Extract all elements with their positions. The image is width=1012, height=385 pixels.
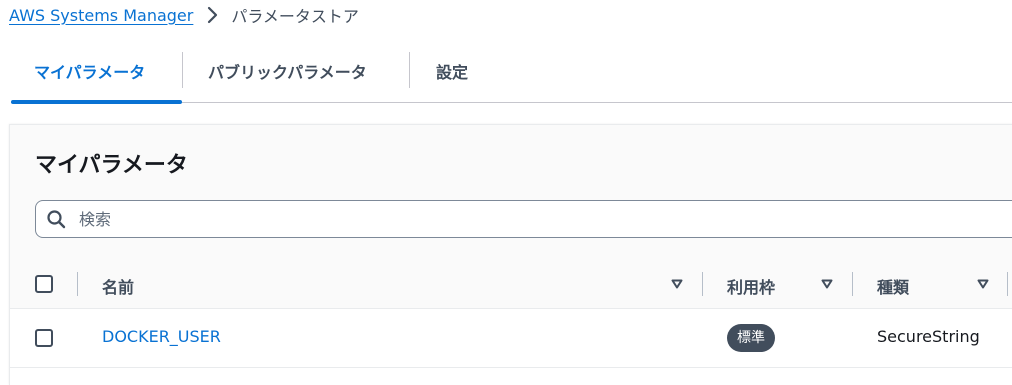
select-all-checkbox[interactable] bbox=[35, 275, 53, 293]
column-divider bbox=[702, 272, 703, 296]
caret-down-icon[interactable] bbox=[671, 279, 683, 289]
breadcrumb: AWS Systems Manager パラメータストア bbox=[9, 4, 359, 27]
caret-down-icon[interactable] bbox=[821, 279, 833, 289]
search-input[interactable] bbox=[77, 208, 981, 230]
column-divider bbox=[1007, 272, 1008, 296]
active-tab-indicator bbox=[11, 100, 182, 104]
breadcrumb-link-systems-manager[interactable]: AWS Systems Manager bbox=[9, 6, 193, 25]
parameter-name-link[interactable]: DOCKER_USER bbox=[102, 327, 221, 346]
tab-settings[interactable]: 設定 bbox=[436, 38, 468, 104]
parameters-container: マイパラメータ 名前 利用枠 種類 DOCKER_USER bbox=[9, 124, 1012, 385]
tab-label: パブリックパラメータ bbox=[208, 63, 367, 82]
container-title: マイパラメータ bbox=[35, 153, 188, 178]
tab-public-parameters[interactable]: パブリックパラメータ bbox=[208, 38, 367, 104]
column-divider bbox=[77, 272, 78, 296]
chevron-right-icon bbox=[208, 6, 218, 24]
search-box[interactable] bbox=[35, 200, 1012, 238]
tab-divider bbox=[182, 52, 183, 88]
tab-my-parameters[interactable]: マイパラメータ bbox=[34, 38, 145, 104]
tab-label: マイパラメータ bbox=[34, 63, 146, 82]
caret-down-icon[interactable] bbox=[977, 279, 989, 289]
column-header-name[interactable]: 名前 bbox=[102, 274, 134, 298]
column-divider bbox=[852, 272, 853, 296]
search-icon bbox=[47, 210, 66, 229]
tab-label: 設定 bbox=[436, 63, 469, 82]
tier-badge: 標準 bbox=[727, 324, 775, 352]
table-header: 名前 利用枠 種類 bbox=[10, 260, 1012, 309]
breadcrumb-current: パラメータストア bbox=[231, 7, 359, 26]
parameter-type: SecureString bbox=[877, 327, 980, 346]
tab-divider bbox=[409, 52, 410, 88]
tab-bar: マイパラメータ パブリックパラメータ 設定 bbox=[0, 38, 1012, 104]
column-header-tier[interactable]: 利用枠 bbox=[727, 274, 775, 298]
row-checkbox[interactable] bbox=[35, 329, 53, 347]
container-header: マイパラメータ bbox=[10, 125, 1012, 260]
column-header-type[interactable]: 種類 bbox=[877, 274, 909, 298]
table-row: DOCKER_USER 標準 SecureString bbox=[10, 309, 1012, 368]
